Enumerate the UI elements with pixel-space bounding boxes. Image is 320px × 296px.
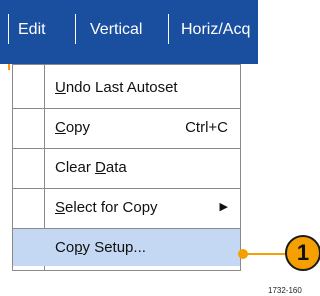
shortcut-label: Ctrl+C <box>185 119 228 136</box>
menu-edit[interactable]: Edit <box>18 20 46 40</box>
menu-separator <box>168 14 169 44</box>
accent-tick <box>8 64 10 70</box>
callout-leader-line <box>243 253 285 255</box>
menu-item-label: Copy <box>55 119 91 136</box>
menu-item-clear-data[interactable]: Clear Data <box>13 149 240 186</box>
submenu-arrow-icon: ▶ <box>219 201 228 213</box>
menu-item-copy[interactable]: Copy Ctrl+C <box>13 109 240 146</box>
menu-item-label: Copy Setup... <box>55 239 146 256</box>
menu-bar: Edit Vertical Horiz/Acq <box>0 0 258 64</box>
menu-item-undo-last-autoset[interactable]: Undo Last Autoset <box>13 69 240 106</box>
callout-anchor-dot <box>238 249 248 259</box>
menu-item-copy-setup[interactable]: Copy Setup... <box>13 229 240 266</box>
menu-item-label: Undo Last Autoset <box>55 79 178 96</box>
menu-horiz-acq[interactable]: Horiz/Acq <box>181 20 250 40</box>
menu-separator <box>8 14 9 44</box>
menu-item-select-for-copy[interactable]: Select for Copy ▶ <box>13 189 240 226</box>
menu-vertical[interactable]: Vertical <box>90 20 142 40</box>
edit-dropdown-menu: Undo Last Autoset Copy Ctrl+C Clear Data… <box>12 64 241 271</box>
menu-separator <box>75 14 76 44</box>
menu-item-label: Clear Data <box>55 159 127 176</box>
menu-item-label: Select for Copy <box>55 199 158 216</box>
callout-badge: 1 <box>285 235 320 271</box>
